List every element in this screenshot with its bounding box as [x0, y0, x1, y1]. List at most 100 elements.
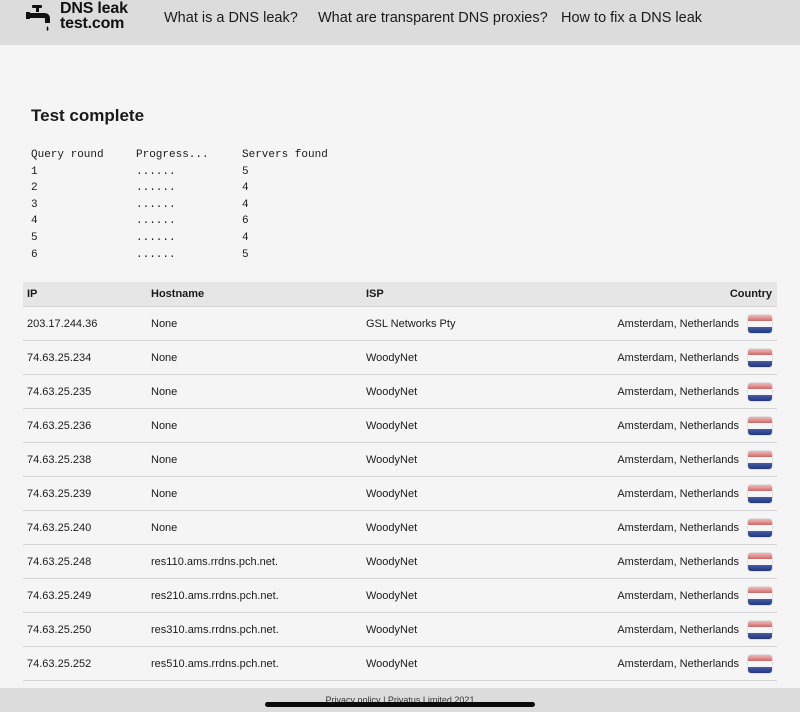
progress-row: 3...... 4 — [31, 197, 328, 214]
column-header-hostname: Hostname — [147, 282, 362, 307]
country-text: Amsterdam, Netherlands — [617, 351, 739, 364]
ip-cell: 74.63.25.250 — [23, 612, 147, 647]
results-header-row: IP Hostname ISP Country — [23, 282, 777, 307]
country-cell: Amsterdam, Netherlands — [526, 476, 777, 511]
home-indicator[interactable] — [265, 702, 535, 707]
hostname-cell: None — [147, 340, 362, 375]
column-header-ip: IP — [23, 282, 147, 307]
country-text: Amsterdam, Netherlands — [617, 521, 739, 534]
servers-found-cell: 5 — [242, 165, 249, 178]
isp-cell: WoodyNet — [362, 408, 526, 443]
hostname-cell: None — [147, 408, 362, 443]
country-text: Amsterdam, Netherlands — [617, 589, 739, 602]
isp-cell: WoodyNet — [362, 544, 526, 579]
nav-link-what-is-dns-leak[interactable]: What is a DNS leak? — [164, 10, 298, 26]
isp-cell: WoodyNet — [362, 442, 526, 477]
isp-cell: WoodyNet — [362, 340, 526, 375]
ip-cell: 203.17.244.36 — [23, 306, 147, 341]
table-row: 74.63.25.236 None WoodyNet Amsterdam, Nethe… — [23, 408, 777, 443]
table-row: 74.63.25.240 None WoodyNet Amsterdam, Nethe… — [23, 510, 777, 545]
hostname-cell: None — [147, 306, 362, 341]
isp-cell: WoodyNet — [362, 612, 526, 647]
query-progress-table: Query round Progress... Servers found 1.… — [31, 147, 328, 263]
query-round-cell: 4 — [31, 215, 38, 228]
ip-cell: 74.63.25.240 — [23, 510, 147, 545]
netherlands-flag-icon — [748, 518, 772, 537]
progress-header-row: Query round Progress... Servers found — [31, 147, 328, 164]
isp-cell: WoodyNet — [362, 646, 526, 681]
progress-row: 6...... 5 — [31, 247, 328, 264]
column-header-isp: ISP — [362, 282, 526, 307]
country-text: Amsterdam, Netherlands — [617, 657, 739, 670]
dns-servers-table: IP Hostname ISP Country 203.17.244.36 Non… — [23, 282, 777, 681]
footer: Privacy policy | Privatus Limited 2021 — [0, 688, 800, 712]
progress-row: 5...... 4 — [31, 230, 328, 247]
country-cell: Amsterdam, Netherlands — [526, 612, 777, 647]
country-text: Amsterdam, Netherlands — [617, 317, 739, 330]
country-cell: Amsterdam, Netherlands — [526, 340, 777, 375]
country-cell: Amsterdam, Netherlands — [526, 374, 777, 409]
country-text: Amsterdam, Netherlands — [617, 419, 739, 432]
hostname-cell: res310.ams.rrdns.pch.net. — [147, 612, 362, 647]
netherlands-flag-icon — [748, 552, 772, 571]
hostname-cell: None — [147, 476, 362, 511]
progress-cell: ...... — [136, 182, 176, 195]
country-text: Amsterdam, Netherlands — [617, 453, 739, 466]
servers-found-cell: 4 — [242, 231, 249, 244]
nav-link-how-to-fix[interactable]: How to fix a DNS leak — [561, 10, 702, 26]
servers-found-cell: 6 — [242, 215, 249, 228]
progress-header-servers-found: Servers found — [242, 149, 328, 161]
servers-found-cell: 5 — [242, 248, 249, 261]
isp-cell: WoodyNet — [362, 374, 526, 409]
netherlands-flag-icon — [748, 654, 772, 673]
hostname-cell: None — [147, 374, 362, 409]
progress-cell: ...... — [136, 231, 176, 244]
isp-cell: WoodyNet — [362, 578, 526, 613]
ip-cell: 74.63.25.235 — [23, 374, 147, 409]
progress-cell: ...... — [136, 215, 176, 228]
netherlands-flag-icon — [748, 450, 772, 469]
table-row: 74.63.25.238 None WoodyNet Amsterdam, Nethe… — [23, 442, 777, 477]
hostname-cell: res110.ams.rrdns.pch.net. — [147, 544, 362, 579]
country-cell: Amsterdam, Netherlands — [526, 408, 777, 443]
progress-header-progress: Progress... — [136, 149, 209, 161]
page-title: Test complete — [31, 106, 145, 125]
column-header-country: Country — [526, 282, 777, 307]
results-rows: 203.17.244.36 None GSL Networks Pty Amsterd… — [23, 306, 777, 681]
country-cell: Amsterdam, Netherlands — [526, 510, 777, 545]
hostname-cell: None — [147, 442, 362, 477]
table-row: 74.63.25.250 res310.ams.rrdns.pch.net. Woo… — [23, 612, 777, 647]
ip-cell: 74.63.25.249 — [23, 578, 147, 613]
table-row: 74.63.25.234 None WoodyNet Amsterdam, Nethe… — [23, 340, 777, 375]
ip-cell: 74.63.25.252 — [23, 646, 147, 681]
netherlands-flag-icon — [748, 382, 772, 401]
country-cell: Amsterdam, Netherlands — [526, 578, 777, 613]
top-navigation-bar: DNS leak test.com What is a DNS leak? Wh… — [0, 0, 800, 45]
isp-cell: GSL Networks Pty — [362, 306, 526, 341]
site-logo[interactable]: DNS leak test.com — [26, 1, 136, 37]
progress-cell: ...... — [136, 198, 176, 211]
netherlands-flag-icon — [748, 348, 772, 367]
query-round-cell: 1 — [31, 165, 38, 178]
isp-cell: WoodyNet — [362, 476, 526, 511]
progress-rows: 1...... 5 2...... 4 3...... 4 4...... 6 5...... 4… — [31, 164, 328, 264]
country-text: Amsterdam, Netherlands — [617, 487, 739, 500]
ip-cell: 74.63.25.236 — [23, 408, 147, 443]
progress-row: 4...... 6 — [31, 213, 328, 230]
servers-found-cell: 4 — [242, 198, 249, 211]
country-cell: Amsterdam, Netherlands — [526, 306, 777, 341]
netherlands-flag-icon — [748, 484, 772, 503]
table-row: 203.17.244.36 None GSL Networks Pty Amsterd… — [23, 306, 777, 341]
table-row: 74.63.25.252 res510.ams.rrdns.pch.net. Woo… — [23, 646, 777, 681]
progress-cell: ...... — [136, 248, 176, 261]
country-cell: Amsterdam, Netherlands — [526, 646, 777, 681]
progress-row: 2...... 4 — [31, 180, 328, 197]
ip-cell: 74.63.25.248 — [23, 544, 147, 579]
isp-cell: WoodyNet — [362, 510, 526, 545]
nav-link-transparent-dns-proxies[interactable]: What are transparent DNS proxies? — [318, 10, 548, 26]
query-round-cell: 3 — [31, 198, 38, 211]
hostname-cell: None — [147, 510, 362, 545]
netherlands-flag-icon — [748, 416, 772, 435]
country-text: Amsterdam, Netherlands — [617, 623, 739, 636]
query-round-cell: 5 — [31, 231, 38, 244]
